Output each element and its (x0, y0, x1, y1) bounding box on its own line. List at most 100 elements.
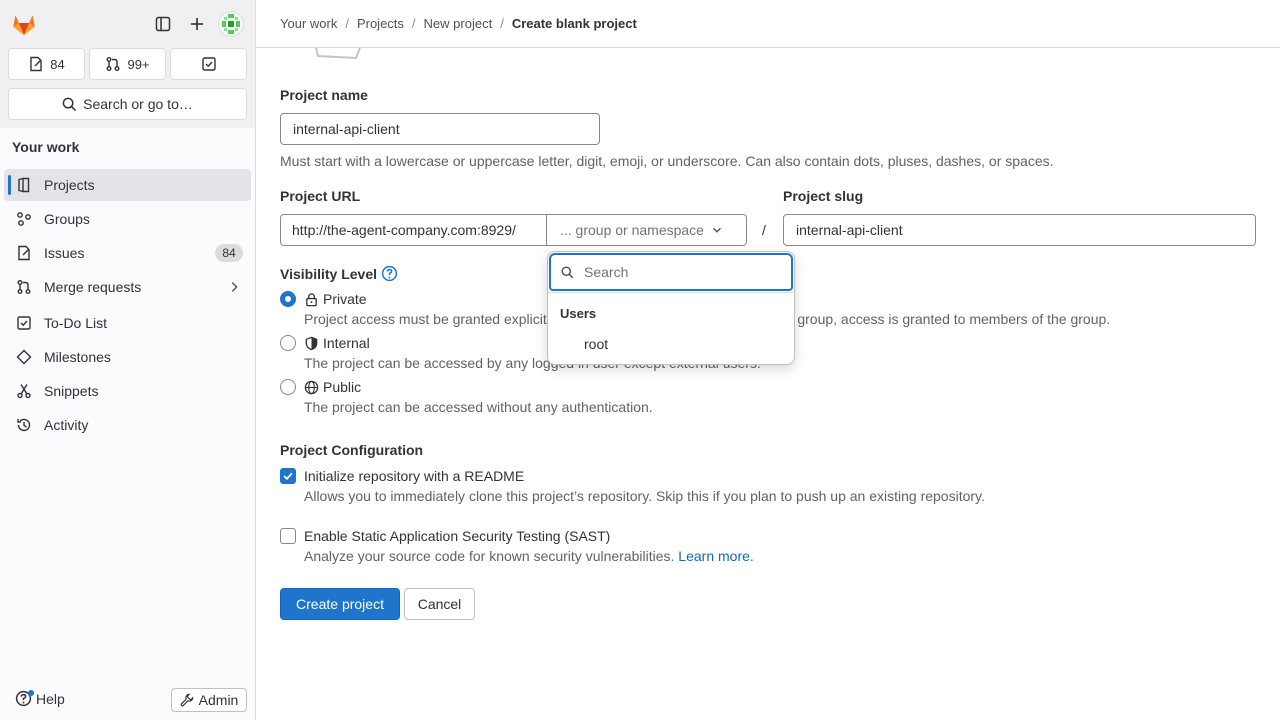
project-url-label: Project URL (280, 188, 361, 204)
namespace-search-input[interactable]: Search (549, 253, 793, 291)
gitlab-logo-icon[interactable] (11, 11, 37, 37)
admin-button[interactable]: Admin (171, 688, 247, 712)
visibility-private-option[interactable]: Private (304, 291, 367, 307)
project-slug-label: Project slug (783, 188, 864, 204)
dropdown-item-root[interactable]: root (584, 336, 608, 352)
chevron-down-icon (712, 227, 721, 233)
check-icon (283, 472, 293, 481)
search-button[interactable]: Search or go to… (8, 88, 247, 120)
visibility-public-option[interactable]: Public (304, 379, 361, 395)
issues-icon (30, 56, 42, 72)
visibility-internal-radio[interactable] (280, 335, 296, 351)
sidebar-item-label: Merge requests (44, 279, 142, 295)
merge-requests-count-button[interactable]: 99+ (89, 48, 166, 80)
sidebar-item-issues[interactable]: Issues 84 (4, 237, 251, 269)
merge-request-icon (106, 57, 120, 71)
sidebar-item-merge-requests[interactable]: Merge requests (4, 271, 251, 303)
help-button[interactable]: Help (15, 690, 65, 707)
sast-checkbox[interactable] (280, 528, 296, 544)
help-icon (15, 690, 34, 707)
namespace-search-placeholder: Search (584, 264, 629, 280)
merge-requests-count: 99+ (127, 56, 150, 72)
visibility-public-title: Public (323, 379, 362, 395)
breadcrumb: Your work / Projects / New project / Cre… (280, 16, 637, 31)
avatar[interactable] (218, 11, 244, 37)
project-slug-input[interactable]: internal-api-client (783, 214, 1256, 246)
sast-learn-more-link[interactable]: Learn more. (678, 548, 753, 564)
breadcrumb-projects[interactable]: Projects (357, 16, 404, 31)
visibility-private-title: Private (323, 291, 367, 307)
sidebar-item-label: Snippets (44, 383, 99, 399)
question-icon[interactable] (381, 265, 398, 282)
issues-badge: 84 (215, 244, 243, 262)
sidebar-item-milestones[interactable]: Milestones (4, 341, 251, 373)
earth-icon (304, 380, 319, 394)
admin-label: Admin (198, 692, 239, 708)
help-label: Help (36, 690, 65, 707)
sidebar-item-label: Milestones (44, 349, 111, 365)
cancel-button[interactable]: Cancel (404, 588, 475, 620)
sast-desc-line: Analyze your source code for known secur… (304, 548, 754, 564)
todo-button[interactable] (170, 48, 247, 80)
issues-count-button[interactable]: 84 (8, 48, 85, 80)
snippet-icon (17, 384, 31, 399)
visibility-internal-option[interactable]: Internal (304, 335, 370, 351)
sidebar-item-activity[interactable]: Activity (4, 409, 251, 441)
project-icon (18, 177, 30, 193)
history-icon (17, 418, 31, 432)
breadcrumb-separator: / (411, 16, 416, 31)
sidebar-item-projects[interactable]: Projects (4, 169, 251, 201)
sidebar: 84 99+ Search or go to… Your work Projec… (0, 0, 256, 720)
sidebar-item-label: Groups (44, 211, 90, 227)
sidebar-item-label: Activity (44, 417, 89, 433)
shield-icon (305, 336, 318, 350)
sidebar-item-label: Issues (44, 245, 85, 261)
sidebar-header: 84 99+ Search or go to… (0, 0, 255, 128)
readme-label[interactable]: Initialize repository with a README (304, 468, 524, 484)
namespace-dropdown[interactable]: ... group or namespace (547, 214, 747, 246)
search-icon (561, 265, 574, 278)
visibility-level-label: Visibility Level (280, 265, 398, 282)
todo-icon (17, 316, 31, 330)
visibility-private-radio[interactable] (280, 291, 296, 307)
project-name-hint: Must start with a lowercase or uppercase… (280, 153, 1054, 169)
breadcrumb-current[interactable]: Create blank project (512, 16, 637, 31)
sidebar-item-label: Projects (44, 177, 95, 193)
sidebar-item-label: To-Do List (44, 315, 108, 331)
merge-request-icon (17, 280, 31, 294)
readme-desc: Allows you to immediately clone this pro… (304, 488, 985, 504)
project-name-input[interactable]: internal-api-client (280, 113, 600, 145)
visibility-public-desc: The project can be accessed without any … (304, 399, 653, 415)
breadcrumb-separator: / (500, 16, 504, 31)
create-project-button[interactable]: Create project (280, 588, 400, 620)
visibility-public-radio[interactable] (280, 379, 296, 395)
url-slash: / (762, 222, 766, 238)
sidebar-item-groups[interactable]: Groups (4, 203, 251, 235)
sidebar-item-todo-list[interactable]: To-Do List (4, 307, 251, 339)
breadcrumb-separator: / (345, 16, 349, 31)
search-button-label: Search or go to… (83, 96, 193, 112)
sidebar-toggle-icon[interactable] (151, 12, 175, 36)
chevron-right-icon (231, 282, 238, 292)
readme-checkbox[interactable] (280, 468, 296, 484)
group-icon (17, 212, 31, 226)
milestone-icon (16, 349, 32, 365)
sidebar-item-snippets[interactable]: Snippets (4, 375, 251, 407)
blank-project-illustration (315, 48, 361, 60)
top-bar: Your work / Projects / New project / Cre… (256, 0, 1280, 48)
plus-icon[interactable] (185, 12, 209, 36)
sast-label[interactable]: Enable Static Application Security Testi… (304, 528, 610, 544)
namespace-dropdown-menu: Search Users root (547, 251, 795, 365)
breadcrumb-your-work[interactable]: Your work (280, 16, 337, 31)
breadcrumb-new-project[interactable]: New project (424, 16, 493, 31)
project-name-label: Project name (280, 87, 368, 103)
todo-icon (201, 57, 216, 71)
sast-desc: Analyze your source code for known secur… (304, 548, 675, 564)
lock-icon (306, 292, 317, 306)
dropdown-group-users: Users (560, 306, 597, 321)
project-configuration-label: Project Configuration (280, 442, 424, 458)
issues-icon (18, 245, 30, 261)
dropdown-divider (548, 292, 794, 293)
project-url-prefix: http://the-agent-company.com:8929/ (280, 214, 547, 246)
sidebar-section-title: Your work (12, 139, 80, 155)
